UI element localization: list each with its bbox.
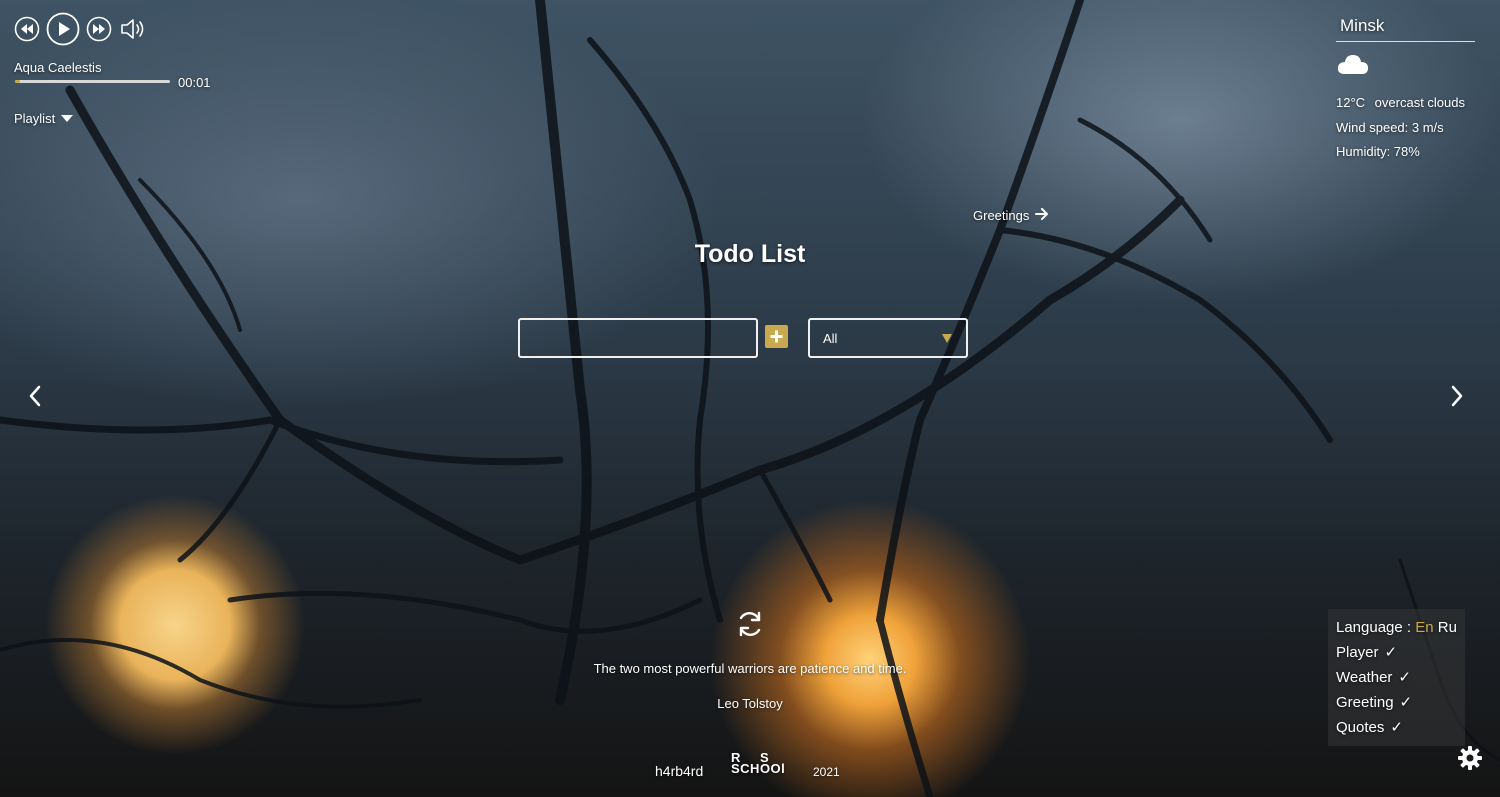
checkmark-icon: ✓ <box>1384 644 1398 661</box>
setting-greeting-toggle[interactable]: Greeting ✓ <box>1336 690 1457 715</box>
playlist-toggle[interactable]: Playlist <box>14 111 74 126</box>
checkmark-icon: ✓ <box>1399 694 1413 711</box>
setting-label: Player <box>1336 644 1379 661</box>
wind-speed: Wind speed: 3 m/s <box>1336 120 1444 135</box>
todo-title: Todo List <box>694 240 806 268</box>
language-row: Language : En Ru <box>1336 615 1457 640</box>
rs-logo-bottom: SCHOOl <box>731 761 786 776</box>
slide-prev-button[interactable] <box>26 384 44 413</box>
language-en-option[interactable]: En <box>1415 619 1433 636</box>
github-author-link[interactable]: h4rb4rd <box>655 763 703 779</box>
track-name: Aqua Caelestis <box>14 60 102 75</box>
quote-author: Leo Tolstoy <box>717 696 783 711</box>
todo-input[interactable] <box>518 318 758 358</box>
temperature: 12°C <box>1336 95 1366 110</box>
settings-gear-icon[interactable] <box>1456 744 1484 777</box>
background-branches <box>0 0 1500 797</box>
setting-label: Greeting <box>1336 694 1394 711</box>
weather-description: overcast clouds <box>1374 95 1465 110</box>
setting-label: Quotes <box>1336 719 1385 736</box>
setting-weather-toggle[interactable]: Weather ✓ <box>1336 665 1457 690</box>
progress-fill <box>15 80 20 83</box>
city-input[interactable]: Minsk <box>1336 14 1475 42</box>
slide-next-button[interactable] <box>1448 384 1466 413</box>
greetings-label: Greetings <box>973 208 1030 223</box>
language-label: Language : <box>1336 619 1412 636</box>
rewind-icon[interactable] <box>14 16 40 42</box>
todo-filter-select[interactable]: All <box>808 318 968 358</box>
caret-down-icon <box>61 111 74 126</box>
setting-label: Weather <box>1336 669 1393 686</box>
checkmark-icon: ✓ <box>1390 719 1403 736</box>
greetings-link[interactable]: Greetings <box>973 208 1049 223</box>
checkmark-icon: ✓ <box>1398 669 1411 686</box>
plus-icon <box>770 330 783 343</box>
add-todo-button[interactable] <box>765 325 788 348</box>
chevron-right-icon <box>1451 385 1463 407</box>
filter-value: All <box>823 330 838 346</box>
volume-icon[interactable] <box>118 16 148 42</box>
track-time: 00:01 <box>178 75 211 90</box>
playlist-label: Playlist <box>14 111 56 126</box>
progress-bar[interactable] <box>15 80 170 83</box>
setting-player-toggle[interactable]: Player ✓ <box>1336 640 1457 665</box>
arrow-right-icon <box>1035 208 1049 223</box>
footer-year: 2021 <box>813 765 840 779</box>
chevron-left-icon <box>29 385 41 407</box>
dropdown-triangle-icon <box>942 333 952 343</box>
quote-text: The two most powerful warriors are patie… <box>593 661 907 676</box>
settings-panel: Language : En Ru Player ✓ Weather ✓ Greeti… <box>1328 609 1465 746</box>
cloud-icon <box>1336 52 1370 81</box>
fast-forward-icon[interactable] <box>86 16 112 42</box>
rs-school-logo[interactable]: R S SCHOOl <box>731 751 786 776</box>
player-controls <box>14 12 148 46</box>
setting-quotes-toggle[interactable]: Quotes ✓ <box>1336 715 1457 740</box>
play-icon[interactable] <box>46 12 80 46</box>
humidity: Humidity: 78% <box>1336 144 1420 159</box>
weather-temp-line: 12°C overcast clouds <box>1336 95 1465 110</box>
refresh-quote-icon[interactable] <box>735 609 765 644</box>
language-ru-option[interactable]: Ru <box>1438 619 1457 636</box>
